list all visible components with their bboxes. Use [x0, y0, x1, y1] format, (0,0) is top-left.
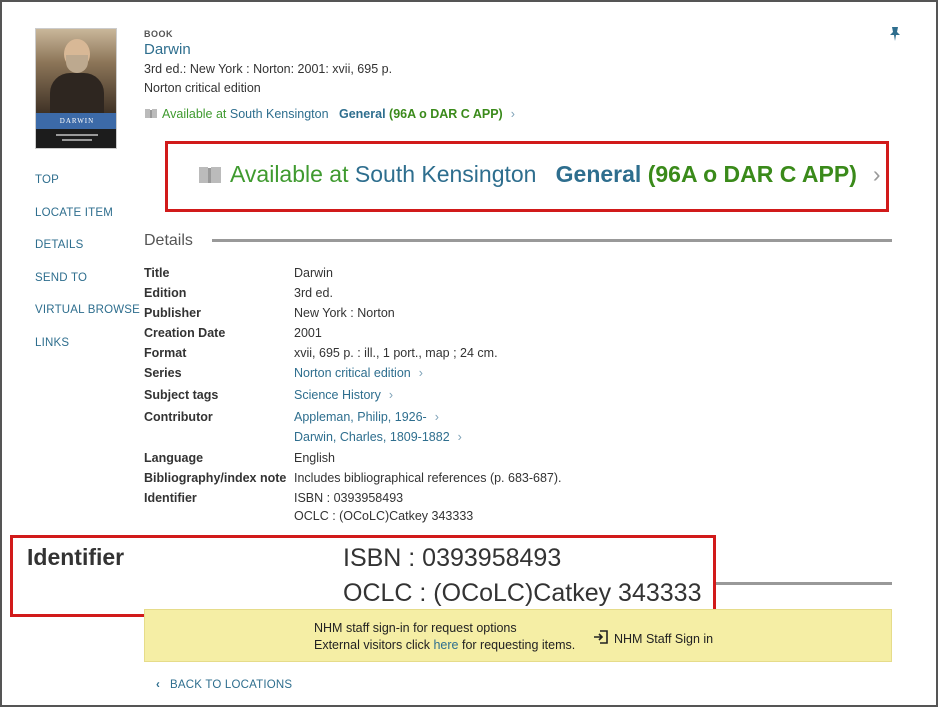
detail-label: Publisher: [144, 306, 201, 320]
availability-callnumber: (96A o DAR C APP): [389, 107, 503, 121]
contributor-link-label: Darwin, Charles, 1809-1882: [294, 430, 450, 444]
availability-zoom-callout: Available at South Kensington General (9…: [165, 141, 889, 212]
series-link-label: Norton critical edition: [294, 366, 411, 380]
cover-portrait-coat: [50, 73, 104, 113]
chevron-right-icon: ›: [434, 410, 439, 424]
record-title-link[interactable]: Darwin: [144, 41, 191, 58]
chevron-left-icon: ‹: [156, 679, 161, 691]
chevron-right-icon: ›: [510, 107, 515, 121]
back-to-locations-label: BACK TO LOCATIONS: [170, 679, 293, 691]
availability-prefix: Available at: [162, 107, 230, 121]
section-divider: [716, 582, 892, 585]
detail-value: 2001: [294, 326, 322, 340]
contributor-link[interactable]: Darwin, Charles, 1809-1882 ›: [294, 430, 462, 444]
staff-signin-label: NHM Staff Sign in: [614, 632, 714, 646]
detail-label: Edition: [144, 286, 187, 300]
back-to-locations-link[interactable]: ‹ BACK TO LOCATIONS: [156, 679, 292, 691]
detail-value: English: [294, 451, 335, 465]
sign-in-icon: [593, 629, 609, 645]
detail-value: New York : Norton: [294, 306, 395, 320]
nav-item-send-to[interactable]: SEND TO: [35, 272, 87, 284]
book-open-icon: [144, 108, 158, 119]
identifier-zoom-callout: Identifier ISBN : 0393958493 OCLC : (OCo…: [10, 535, 716, 617]
series-link[interactable]: Norton critical edition ›: [294, 366, 423, 380]
detail-value: ISBN : 0393958493: [294, 491, 404, 505]
availability-collection: General: [339, 107, 386, 121]
contributor-link-label: Appleman, Philip, 1926-: [294, 410, 427, 424]
availability-location: South Kensington: [229, 107, 329, 121]
nav-item-links[interactable]: LINKS: [35, 337, 69, 349]
visitor-request-link[interactable]: here: [433, 638, 458, 652]
staff-signin-notice: NHM staff sign-in for request options Ex…: [144, 609, 892, 662]
staff-signin-button[interactable]: NHM Staff Sign in: [593, 627, 713, 646]
subject-link[interactable]: Science History ›: [294, 388, 393, 402]
detail-label: Title: [144, 266, 170, 280]
record-series-line: Norton critical edition: [144, 81, 261, 95]
identifier-zoom-oclc: OCLC : (OCoLC)Catkey 343333: [343, 579, 702, 607]
detail-value: Darwin: [294, 266, 333, 280]
subject-link-label: Science History: [294, 388, 381, 402]
availability-line[interactable]: Available at South Kensington General (9…: [144, 107, 515, 121]
detail-label: Subject tags: [144, 388, 219, 402]
detail-label: Identifier: [144, 491, 197, 505]
detail-label: Bibliography/index note: [144, 471, 287, 485]
availability-zoom-prefix: Available at: [230, 161, 355, 187]
identifier-zoom-isbn: ISBN : 0393958493: [343, 544, 562, 572]
nav-item-details[interactable]: DETAILS: [35, 239, 83, 251]
chevron-right-icon: ›: [457, 430, 462, 444]
contributor-link[interactable]: Appleman, Philip, 1926- ›: [294, 410, 439, 424]
availability-zoom-location: South Kensington: [354, 161, 537, 187]
book-cover-image[interactable]: DARWIN: [35, 28, 117, 149]
availability-zoom-callnumber: (96A o DAR C APP): [647, 161, 857, 187]
availability-zoom-collection: General: [555, 161, 642, 187]
detail-value: Includes bibliographical references (p. …: [294, 471, 562, 485]
detail-value: xvii, 695 p. : ill., 1 port., map ; 24 c…: [294, 346, 498, 360]
notice-line-2-start: External visitors click: [314, 638, 434, 652]
detail-label: Format: [144, 346, 187, 360]
notice-line-2-end: for requesting items.: [458, 638, 576, 652]
notice-line-1: NHM staff sign-in for request options: [314, 621, 517, 635]
pin-icon[interactable]: [888, 26, 904, 42]
cover-bottom: [36, 129, 116, 148]
detail-label: Series: [144, 366, 182, 380]
cover-band-title: DARWIN: [36, 113, 116, 129]
details-divider: [212, 239, 892, 242]
availability-zoom-line: Available at South Kensington General (9…: [198, 161, 881, 188]
identifier-zoom-label: Identifier: [27, 544, 125, 570]
book-open-icon: [198, 163, 222, 183]
detail-value: OCLC : (OCoLC)Catkey 343333: [294, 509, 474, 523]
detail-label: Contributor: [144, 410, 213, 424]
record-edition-line: 3rd ed.: New York : Norton: 2001: xvii, …: [144, 62, 393, 76]
detail-value: 3rd ed.: [294, 286, 333, 300]
nav-item-virtual-browse[interactable]: VIRTUAL BROWSE: [35, 304, 140, 316]
resource-type-label: BOOK: [144, 29, 173, 39]
chevron-right-icon: ›: [388, 388, 394, 402]
chevron-right-icon: ›: [872, 161, 881, 187]
chevron-right-icon: ›: [418, 366, 423, 380]
detail-label: Creation Date: [144, 326, 226, 340]
details-heading: Details: [144, 232, 193, 249]
nav-item-locate-item[interactable]: LOCATE ITEM: [35, 207, 113, 219]
detail-label: Language: [144, 451, 204, 465]
nav-item-top[interactable]: TOP: [35, 174, 59, 186]
notice-line-2: External visitors click here for request…: [314, 638, 575, 652]
